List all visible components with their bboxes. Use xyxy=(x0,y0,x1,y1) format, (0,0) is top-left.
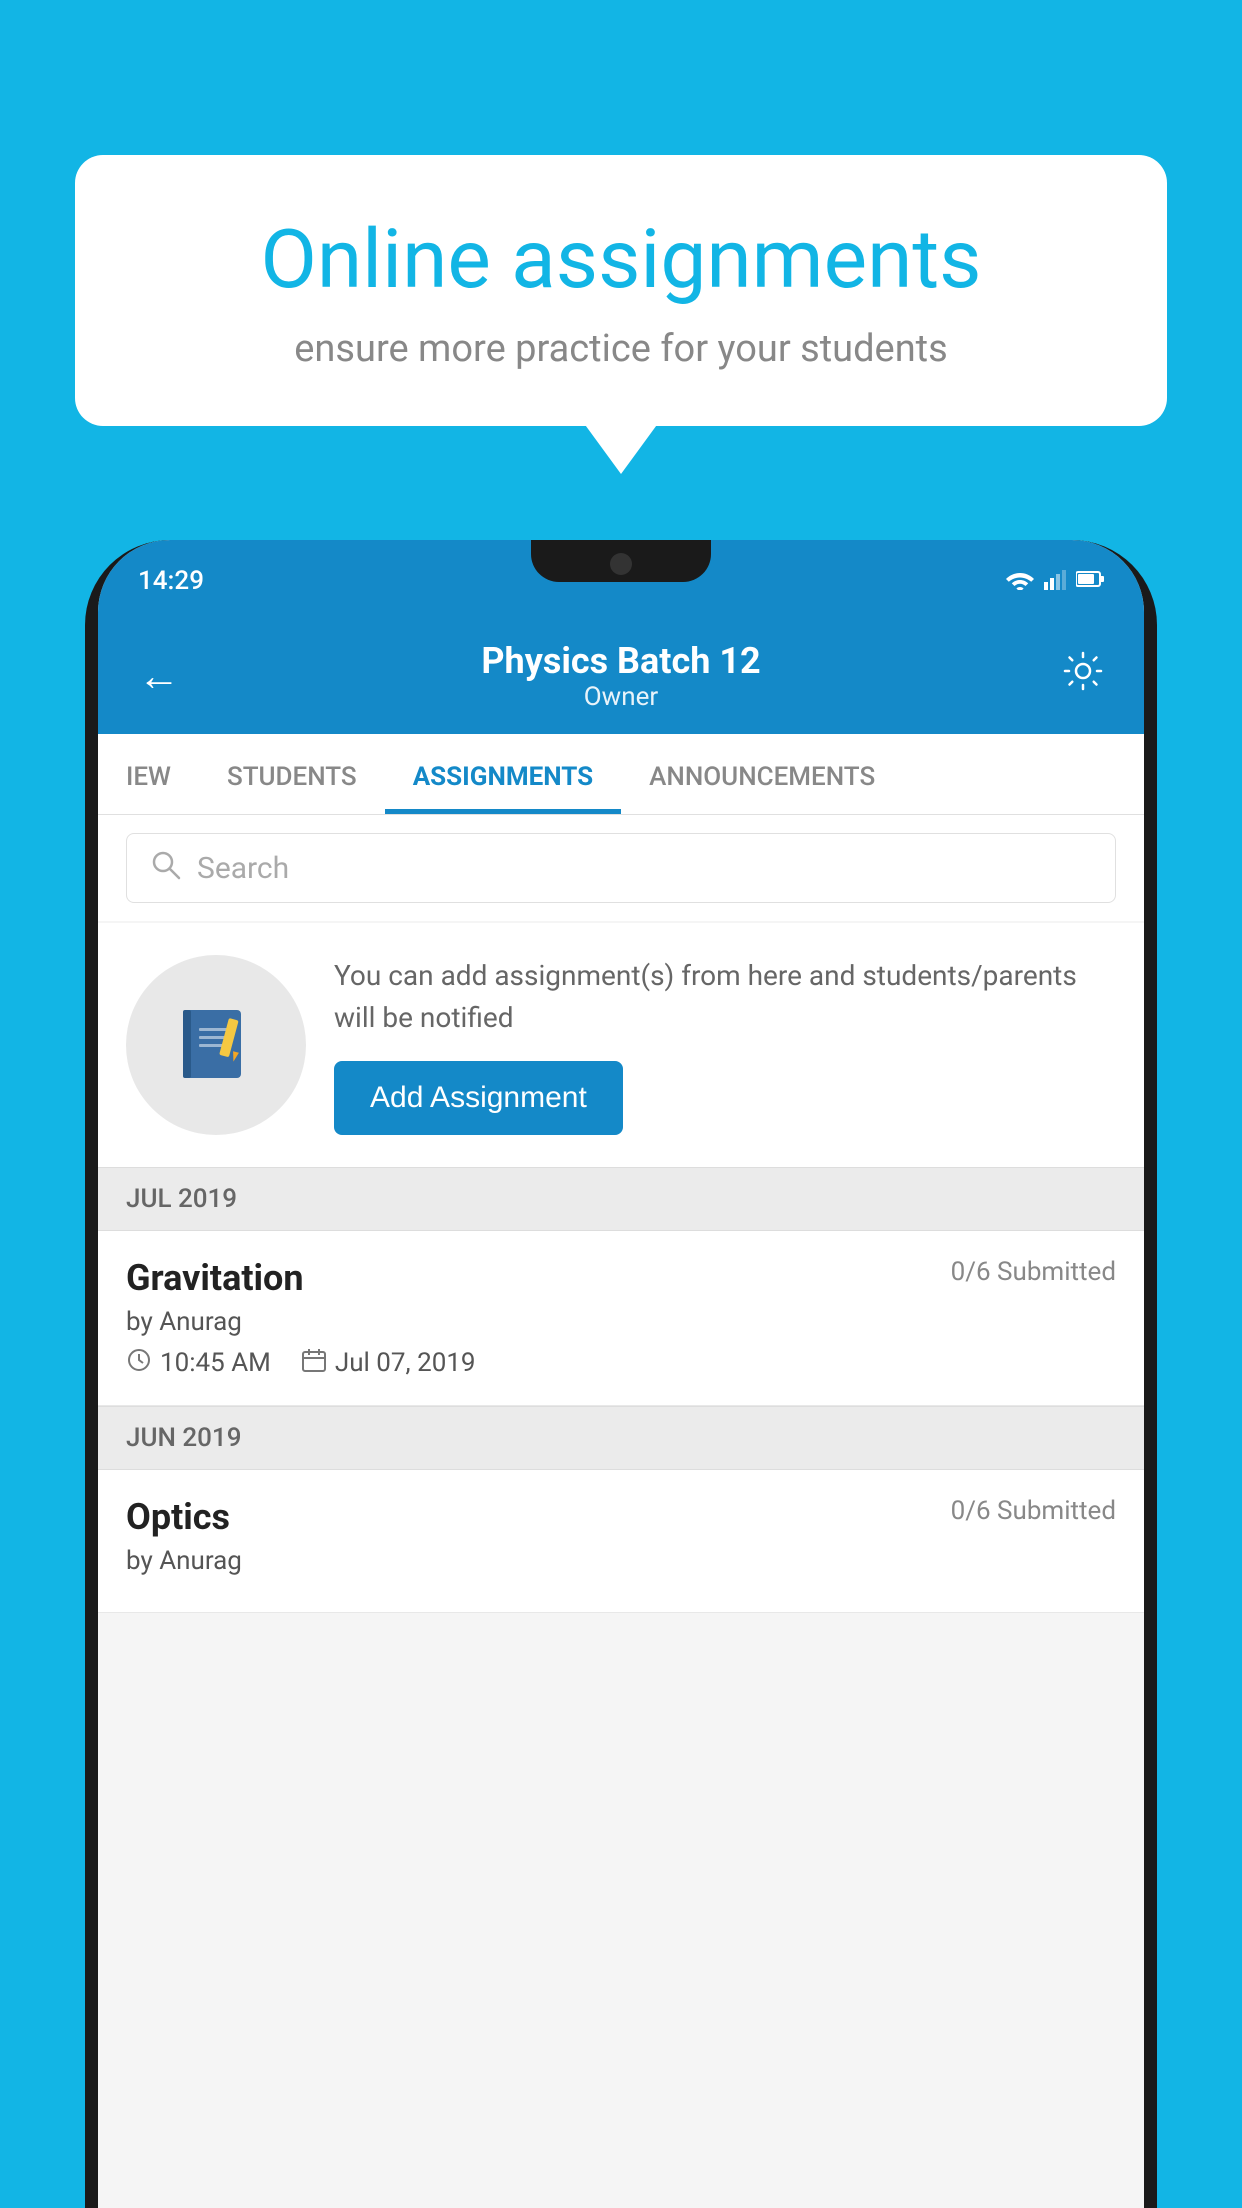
promo-description: You can add assignment(s) from here and … xyxy=(334,955,1116,1039)
phone-screen: 14:29 xyxy=(98,540,1144,2208)
calendar-icon xyxy=(301,1347,327,1379)
tabs-bar: IEW STUDENTS ASSIGNMENTS ANNOUNCEMENTS xyxy=(98,734,1144,815)
app-header: ← Physics Batch 12 Owner xyxy=(98,622,1144,734)
settings-icon[interactable] xyxy=(1062,650,1104,702)
assignment-date: Jul 07, 2019 xyxy=(335,1348,476,1378)
camera xyxy=(610,553,632,575)
assignment-meta: 10:45 AM Jul 07, 2019 xyxy=(126,1347,1116,1379)
assignment-optics-by: by Anurag xyxy=(126,1546,1116,1576)
assignment-optics-submitted: 0/6 Submitted xyxy=(951,1496,1116,1526)
tab-overview[interactable]: IEW xyxy=(98,734,199,814)
battery-icon xyxy=(1076,570,1104,592)
search-placeholder: Search xyxy=(197,851,289,886)
section-jun-2019: JUN 2019 xyxy=(98,1406,1144,1470)
assignment-by: by Anurag xyxy=(126,1307,1116,1337)
clock-icon xyxy=(126,1347,152,1379)
phone-frame: 14:29 xyxy=(85,540,1157,2208)
search-field[interactable]: Search xyxy=(126,833,1116,903)
search-container: Search xyxy=(98,815,1144,921)
add-assignment-button[interactable]: Add Assignment xyxy=(334,1061,623,1135)
assignment-time: 10:45 AM xyxy=(160,1348,271,1378)
header-center: Physics Batch 12 Owner xyxy=(481,640,760,712)
bubble-subtitle: ensure more practice for your students xyxy=(145,327,1097,371)
promo-block: You can add assignment(s) from here and … xyxy=(98,923,1144,1167)
header-subtitle: Owner xyxy=(481,682,760,712)
assignment-top-row: Gravitation 0/6 Submitted xyxy=(126,1257,1116,1299)
status-bar: 14:29 xyxy=(98,540,1144,622)
promo-text: You can add assignment(s) from here and … xyxy=(334,955,1116,1135)
search-icon xyxy=(149,848,181,888)
assignment-name: Gravitation xyxy=(126,1257,304,1299)
tab-assignments[interactable]: ASSIGNMENTS xyxy=(385,734,621,814)
signal-icon xyxy=(1044,568,1066,594)
back-button[interactable]: ← xyxy=(138,652,180,701)
assignment-optics-top-row: Optics 0/6 Submitted xyxy=(126,1496,1116,1538)
tab-announcements[interactable]: ANNOUNCEMENTS xyxy=(621,734,903,814)
promo-icon xyxy=(126,955,306,1135)
wifi-icon xyxy=(1006,568,1034,594)
header-title: Physics Batch 12 xyxy=(481,640,760,682)
bubble-title: Online assignments xyxy=(145,215,1097,305)
assignment-date-item: Jul 07, 2019 xyxy=(301,1347,476,1379)
notch xyxy=(531,540,711,582)
assignment-gravitation[interactable]: Gravitation 0/6 Submitted by Anurag 10:4… xyxy=(98,1231,1144,1406)
tab-students[interactable]: STUDENTS xyxy=(199,734,385,814)
status-icons xyxy=(1006,568,1104,594)
promo-speech-bubble: Online assignments ensure more practice … xyxy=(75,155,1167,426)
assignment-time-item: 10:45 AM xyxy=(126,1347,271,1379)
assignment-submitted: 0/6 Submitted xyxy=(951,1257,1116,1287)
section-jul-2019: JUL 2019 xyxy=(98,1167,1144,1231)
assignment-optics[interactable]: Optics 0/6 Submitted by Anurag xyxy=(98,1470,1144,1613)
assignment-optics-name: Optics xyxy=(126,1496,230,1538)
